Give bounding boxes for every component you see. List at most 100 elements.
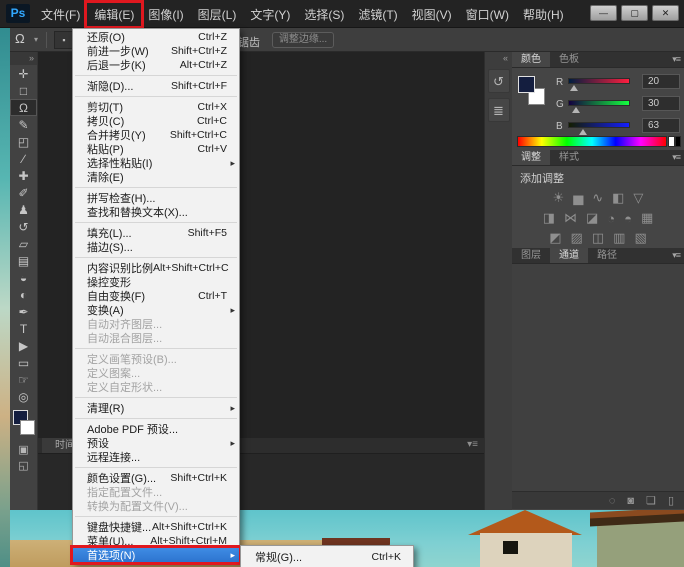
edit-menu-item-fade[interactable]: 渐隐(D)...Shift+Ctrl+F — [73, 79, 239, 93]
edit-menu-item-find-replace-text[interactable]: 查找和替换文本(X)... — [73, 205, 239, 219]
edit-menu-item-clear[interactable]: 清除(E) — [73, 170, 239, 184]
menubar-item-layer[interactable]: 图层(L) — [191, 3, 244, 26]
edit-menu-item-convert-to-profile[interactable]: 转换为配置文件(V)... — [73, 499, 239, 513]
menubar-item-window[interactable]: 窗口(W) — [459, 3, 516, 26]
edit-menu-item-define-pattern[interactable]: 定义图案... — [73, 366, 239, 380]
lasso-tool-preset-icon[interactable]: Ω — [15, 31, 25, 46]
edit-menu-item-free-transform[interactable]: 自由变换(F)Ctrl+T — [73, 289, 239, 303]
foreground-color-swatch[interactable] — [518, 76, 535, 93]
menubar-item-view[interactable]: 视图(V) — [405, 3, 459, 26]
gradient-tool[interactable]: ▤ — [10, 252, 37, 269]
color-spectrum-ramp[interactable] — [517, 136, 667, 147]
collapse-dock-icon[interactable]: « — [485, 52, 512, 64]
path-selection-tool[interactable]: ▶ — [10, 337, 37, 354]
blur-tool[interactable]: ◒ — [10, 269, 37, 286]
edit-menu-item-menus[interactable]: 菜单(U)...Alt+Shift+Ctrl+M — [73, 534, 239, 548]
background-color-swatch[interactable] — [20, 420, 35, 435]
vibrance-icon[interactable]: ▽ — [633, 190, 643, 206]
photo-filter-icon[interactable]: ◔ — [607, 211, 615, 226]
new-selection-button[interactable]: ▪ — [54, 31, 74, 49]
panel-menu-icon[interactable]: ▾≡ — [467, 439, 478, 450]
tab-styles[interactable]: 样式 — [550, 150, 588, 165]
collapse-toolbar-icon[interactable]: » — [10, 52, 37, 65]
hand-tool[interactable]: ☞ — [10, 371, 37, 388]
clone-stamp-tool[interactable]: ♟ — [10, 201, 37, 218]
spectrum-white-swatch[interactable] — [668, 136, 675, 147]
channel-mixer-icon[interactable]: ◓ — [624, 211, 632, 226]
edit-menu-item-content-aware-scale[interactable]: 内容识别比例Alt+Shift+Ctrl+C — [73, 261, 239, 275]
brightness-contrast-icon[interactable]: ☀ — [553, 190, 565, 206]
edit-menu-item-copy[interactable]: 拷贝(C)Ctrl+C — [73, 114, 239, 128]
slider-thumb[interactable] — [570, 85, 578, 91]
screen-mode-button[interactable]: ◱ — [10, 457, 37, 473]
tab-layers[interactable]: 图层 — [512, 248, 550, 263]
edit-menu-item-remote-connections[interactable]: 远程连接... — [73, 450, 239, 464]
edit-menu-item-purge[interactable]: 清理(R)▸ — [73, 401, 239, 415]
tab-swatches[interactable]: 色板 — [550, 52, 588, 67]
channel-value-field[interactable]: 20 — [642, 74, 680, 89]
edit-menu-item-define-custom-shape[interactable]: 定义自定形状... — [73, 380, 239, 394]
slider-thumb[interactable] — [579, 129, 587, 135]
delete-channel-icon[interactable]: ▯ — [668, 494, 674, 507]
edit-menu-item-step-forward[interactable]: 前进一步(W)Shift+Ctrl+Z — [73, 44, 239, 58]
slider-track-B[interactable] — [568, 122, 630, 128]
slider-thumb[interactable] — [572, 107, 580, 113]
zoom-tool[interactable]: ◎ — [10, 388, 37, 405]
slider-track-R[interactable] — [568, 78, 630, 84]
black-white-icon[interactable]: ◪ — [586, 210, 598, 226]
refine-edge-button[interactable]: 调整边缘... — [272, 32, 334, 48]
edit-menu-item-preferences[interactable]: 首选项(N)▸ — [73, 548, 239, 562]
edit-menu-item-auto-blend-layers[interactable]: 自动混合图层... — [73, 331, 239, 345]
lasso-tool[interactable]: Ω — [10, 99, 37, 116]
edit-menu-item-presets[interactable]: 预设▸ — [73, 436, 239, 450]
brush-tool[interactable]: ✐ — [10, 184, 37, 201]
edit-menu-item-stroke[interactable]: 描边(S)... — [73, 240, 239, 254]
edit-menu-item-puppet-warp[interactable]: 操控变形 — [73, 275, 239, 289]
spectrum-black-swatch[interactable] — [675, 136, 681, 147]
load-selection-icon[interactable]: ◌ — [609, 495, 616, 507]
gradient-map-icon[interactable]: ▥ — [613, 230, 625, 246]
rectangular-marquee-tool[interactable]: □ — [10, 82, 37, 99]
edit-menu-item-check-spelling[interactable]: 拼写检查(H)... — [73, 191, 239, 205]
quick-selection-tool[interactable]: ✎ — [10, 116, 37, 133]
menubar-item-type[interactable]: 文字(Y) — [243, 3, 297, 26]
hue-saturation-icon[interactable]: ◨ — [543, 210, 555, 226]
posterize-icon[interactable]: ▨ — [571, 230, 583, 246]
new-channel-icon[interactable]: ❏ — [646, 494, 656, 507]
history-panel-button[interactable]: ↺ — [488, 69, 510, 93]
edit-menu-item-keyboard-shortcuts[interactable]: 键盘快捷键...Alt+Shift+Ctrl+K — [73, 520, 239, 534]
edit-menu-item-auto-align-layers[interactable]: 自动对齐图层... — [73, 317, 239, 331]
pen-tool[interactable]: ✒ — [10, 303, 37, 320]
menubar-item-file[interactable]: 文件(F) — [34, 3, 87, 26]
panel-menu-icon[interactable]: ▾≡ — [672, 54, 680, 65]
healing-brush-tool[interactable]: ✚ — [10, 167, 37, 184]
edit-menu-item-adobe-pdf-presets[interactable]: Adobe PDF 预设... — [73, 422, 239, 436]
edit-menu-item-paste[interactable]: 粘贴(P)Ctrl+V — [73, 142, 239, 156]
edit-menu-item-undo[interactable]: 还原(O)Ctrl+Z — [73, 30, 239, 44]
eyedropper-tool[interactable]: ∕ — [10, 150, 37, 167]
eraser-tool[interactable]: ▱ — [10, 235, 37, 252]
invert-icon[interactable]: ◩ — [549, 230, 561, 246]
history-brush-tool[interactable]: ↺ — [10, 218, 37, 235]
channel-value-field[interactable]: 63 — [642, 118, 680, 133]
edit-menu-item-assign-profile[interactable]: 指定配置文件... — [73, 485, 239, 499]
chevron-down-icon[interactable]: ▾ — [34, 35, 38, 44]
color-lookup-icon[interactable]: ▦ — [641, 210, 653, 226]
shape-tool[interactable]: ▭ — [10, 354, 37, 371]
menubar-item-filter[interactable]: 滤镜(T) — [351, 3, 404, 26]
dodge-tool[interactable]: ◐ — [10, 286, 37, 303]
menubar-item-select[interactable]: 选择(S) — [297, 3, 351, 26]
panel-menu-icon[interactable]: ▾≡ — [672, 250, 680, 261]
maximize-button[interactable]: ▢ — [621, 5, 648, 21]
levels-icon[interactable]: ▅ — [573, 190, 583, 206]
edit-menu-item-color-settings[interactable]: 颜色设置(G)...Shift+Ctrl+K — [73, 471, 239, 485]
actions-panel-button[interactable]: ≣ — [488, 98, 510, 122]
submenu-item-general[interactable]: 常规(G)... Ctrl+K — [241, 549, 413, 565]
edit-menu-item-step-backward[interactable]: 后退一步(K)Alt+Ctrl+Z — [73, 58, 239, 72]
edit-menu-item-define-brush-preset[interactable]: 定义画笔预设(B)... — [73, 352, 239, 366]
menubar-item-help[interactable]: 帮助(H) — [516, 3, 571, 26]
save-selection-icon[interactable]: ◙ — [627, 495, 634, 507]
crop-tool[interactable]: ◰ — [10, 133, 37, 150]
edit-menu-item-cut[interactable]: 剪切(T)Ctrl+X — [73, 100, 239, 114]
tab-adjustments[interactable]: 调整 — [512, 150, 550, 165]
